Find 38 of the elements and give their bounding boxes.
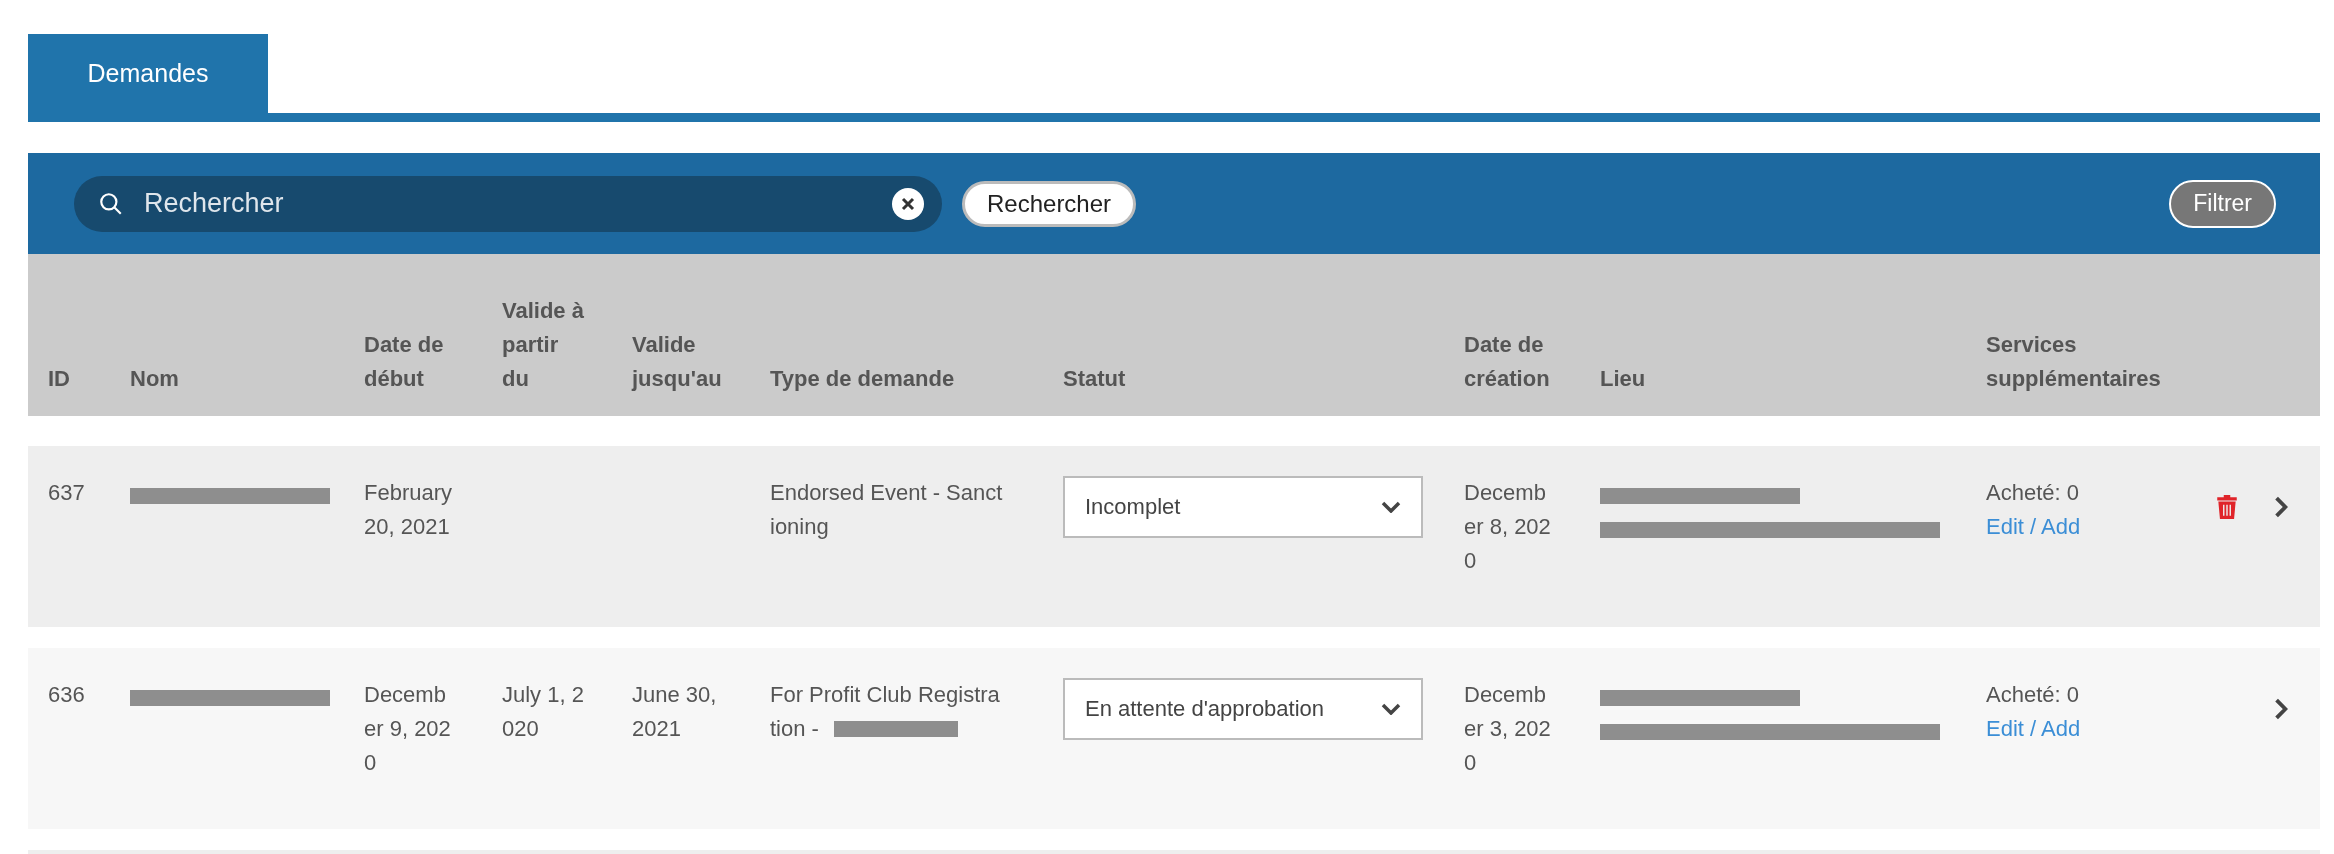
column-header: Statut <box>1063 365 1127 393</box>
chevron-right-icon[interactable] <box>2274 698 2288 720</box>
column-header: Date de création <box>1464 331 1551 393</box>
chevron-down-icon <box>1381 703 1401 715</box>
purchased-count: Acheté: 0 <box>1986 681 2079 709</box>
table-cell-text: For Profit Club Registration - <box>770 681 1001 743</box>
status-dropdown[interactable]: Incomplet <box>1063 476 1423 538</box>
filter-button[interactable]: Filtrer <box>2169 179 2276 228</box>
table-cell-text: 636 <box>48 681 86 709</box>
search-icon <box>98 190 124 217</box>
search-field[interactable]: Rechercher <box>142 187 874 220</box>
column-header: Type de demande <box>770 365 956 393</box>
purchased-count: Acheté: 0 <box>1986 479 2079 507</box>
column-header: Date de début <box>364 331 445 393</box>
trash-icon[interactable] <box>2216 494 2238 520</box>
table-cell-text: Endorsed Event - Sanctioning <box>770 479 1003 541</box>
column-header: Valide à partir du <box>502 297 585 393</box>
column-header: Lieu <box>1600 365 1647 393</box>
table-cell-text: February 20, 2021 <box>364 479 454 541</box>
column-header: Services supplémentaires <box>1986 331 2162 393</box>
tab[interactable]: Demandes <box>28 34 268 113</box>
table-cell-text: 637 <box>48 479 86 507</box>
column-header: Nom <box>130 365 180 393</box>
table-cell-text: December 3, 2020 <box>1464 681 1552 777</box>
table-cell-text: December 9, 2020 <box>364 681 452 777</box>
search-button[interactable]: Rechercher <box>962 180 1137 227</box>
status-dropdown[interactable]: En attente d'approbation <box>1063 678 1423 740</box>
search-bar[interactable]: Rechercher <box>74 175 942 232</box>
chevron-right-icon[interactable] <box>2274 496 2288 518</box>
chevron-down-icon <box>1381 501 1401 513</box>
column-header: Valide jusqu'au <box>632 331 723 393</box>
table-cell-text: June 30, 2021 <box>632 681 718 743</box>
table-row[interactable]: 637 February 20, 2021 Endorsed Event - Sanctioning Incomplet December 8, 2020 Acheté: 0 Edit / Add <box>28 446 2320 627</box>
table-cell-text: July 1, 2020 <box>502 681 585 743</box>
clear-icon[interactable] <box>892 187 924 220</box>
column-header: ID <box>48 365 71 393</box>
table-cell-text: December 8, 2020 <box>1464 479 1552 575</box>
table-row[interactable]: 636 December 9, 2020 July 1, 2020 June 30, 2021 For Profit Club Registration - En attente d'approbation December 3, 2020 Acheté: 0 Edit / Add <box>28 648 2320 829</box>
